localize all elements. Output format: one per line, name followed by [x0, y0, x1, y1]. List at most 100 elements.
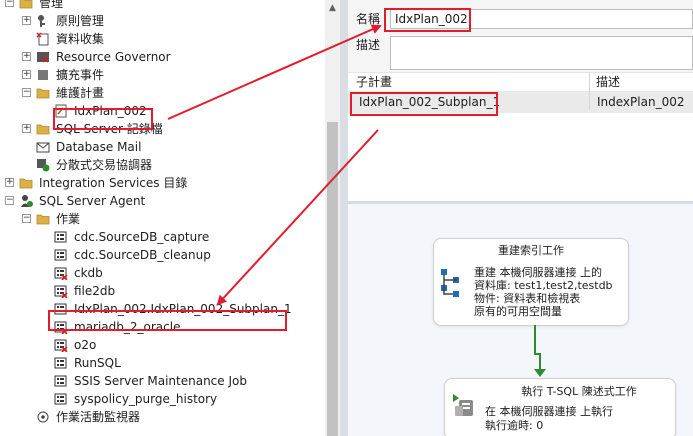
- explorer-scrollbar[interactable]: ▲: [325, 0, 340, 436]
- tree-node[interactable]: 作業活動監視器: [0, 408, 325, 426]
- task-title: 執行 T-SQL 陳述式工作: [521, 385, 637, 398]
- data-collection-icon: [36, 32, 50, 46]
- tree-node[interactable]: − 維護計畫: [0, 84, 325, 102]
- job-monitor-icon: [36, 410, 50, 424]
- rebuild-index-task[interactable]: 重建索引工作 重建 本機伺服器連接 上的 資料庫: test1,test2,te…: [433, 238, 629, 326]
- task-detail-line: 在 本機伺服器連接 上執行: [485, 405, 613, 418]
- grid-column-divider: [589, 72, 590, 110]
- job-icon: [54, 374, 68, 388]
- tree-node[interactable]: − 管理: [0, 0, 325, 12]
- tree-node[interactable]: Database Mail: [0, 138, 325, 156]
- scroll-up-arrow-icon[interactable]: ▲: [325, 0, 340, 16]
- scroll-thumb[interactable]: [327, 122, 338, 436]
- tree-node-label: mariadb_2_oracle: [74, 320, 181, 334]
- policy-icon: [36, 14, 50, 28]
- sql-agent-icon: [19, 194, 33, 208]
- subplan-row[interactable]: IdxPlan_002_Subplan_1 IndexPlan_002: [348, 91, 693, 113]
- tree-node-label: 擴充事件: [56, 68, 105, 82]
- plan-description-field[interactable]: [390, 36, 693, 70]
- col-description-header[interactable]: 描述: [596, 74, 620, 90]
- tree-node[interactable]: IdxPlan_002: [0, 102, 325, 120]
- tree-node-label: Database Mail: [56, 140, 142, 154]
- job-failed-icon: [54, 320, 68, 335]
- task-detail-line: 物件: 資料表和檢視表: [474, 292, 581, 305]
- plan-name-field[interactable]: IdxPlan_002: [390, 9, 693, 29]
- folder-icon: [19, 0, 33, 10]
- tree-node[interactable]: + Resource Governor: [0, 48, 325, 66]
- tree-node-label: SQL Server 記錄檔: [56, 122, 163, 136]
- object-explorer: − 管理 + 原則管理資料收集 + Resource Governor + 擴充事件 − 維護計畫…: [0, 0, 340, 436]
- task-detail-line: 重建 本機伺服器連接 上的: [474, 266, 602, 279]
- tree-node-label: syspolicy_purge_history: [74, 392, 218, 406]
- tree-node[interactable]: − 作業: [0, 210, 325, 228]
- tree-node-label: RunSQL: [74, 356, 121, 370]
- tree-node[interactable]: + SQL Server 記錄檔: [0, 120, 325, 138]
- tree-node[interactable]: syspolicy_purge_history: [0, 390, 325, 408]
- tree-node-label: 原則管理: [56, 14, 105, 28]
- expand-icon[interactable]: +: [22, 70, 31, 79]
- tree-node-label: cdc.SourceDB_capture: [74, 230, 210, 244]
- maintenance-plan-designer: 名稱 IdxPlan_002 描述 子計畫 描述 IdxPlan_002_Sub…: [348, 0, 693, 436]
- collapse-icon[interactable]: −: [22, 214, 31, 223]
- execute-tsql-task[interactable]: 執行 T-SQL 陳述式工作 在 本機伺服器連接 上執行 執行逾時: 0: [444, 378, 676, 436]
- tree-node-label: 維護計畫: [56, 86, 105, 100]
- tree-node-label: Integration Services 目錄: [39, 176, 188, 190]
- tree-node[interactable]: + 原則管理: [0, 12, 325, 30]
- tree-node[interactable]: cdc.SourceDB_capture: [0, 228, 325, 246]
- subplan-grid-header: 子計畫 描述: [348, 72, 693, 92]
- tree-node-label: 分散式交易協調器: [56, 158, 153, 172]
- tree-node[interactable]: cdc.SourceDB_cleanup: [0, 246, 325, 264]
- job-failed-icon: [54, 266, 68, 281]
- tree-node-label: Resource Governor: [56, 50, 171, 64]
- tree-node[interactable]: file2db: [0, 282, 325, 300]
- tree-node-label: file2db: [74, 284, 116, 298]
- rebuild-index-icon: [441, 269, 459, 297]
- job-icon: [54, 356, 68, 370]
- expand-icon[interactable]: +: [22, 16, 31, 25]
- tree-node-label: 管理: [39, 0, 64, 10]
- job-icon: [54, 230, 68, 244]
- folder-icon: [19, 176, 33, 190]
- collapse-icon[interactable]: −: [22, 88, 31, 97]
- tree-node[interactable]: o2o: [0, 336, 325, 354]
- tree-node[interactable]: RunSQL: [0, 354, 325, 372]
- job-icon: [54, 248, 68, 262]
- extended-events-icon: [36, 68, 50, 82]
- tree-node[interactable]: − SQL Server Agent: [0, 192, 325, 210]
- tree-node[interactable]: IdxPlan_002.IdxPlan_002_Subplan_1: [0, 300, 325, 318]
- tree-node[interactable]: ckdb: [0, 264, 325, 282]
- tree-node-label: 作業活動監視器: [56, 410, 141, 424]
- description-label: 描述: [356, 38, 381, 52]
- expand-icon[interactable]: +: [5, 178, 14, 187]
- tree-node-label: SQL Server Agent: [39, 194, 146, 208]
- subplan-name-cell: IdxPlan_002_Subplan_1: [359, 95, 501, 109]
- job-icon: [54, 392, 68, 406]
- design-surface[interactable]: 重建索引工作 重建 本機伺服器連接 上的 資料庫: test1,test2,te…: [348, 201, 693, 436]
- tree-node[interactable]: SSIS Server Maintenance Job: [0, 372, 325, 390]
- task-detail-line: 資料庫: test1,test2,testdb: [474, 279, 613, 292]
- job-failed-icon: [54, 284, 68, 299]
- tree-node[interactable]: 資料收集: [0, 30, 325, 48]
- subplan-grid-empty-area: [348, 113, 693, 201]
- tree-node[interactable]: + 擴充事件: [0, 66, 325, 84]
- collapse-icon[interactable]: −: [5, 196, 14, 205]
- tree-node-label: IdxPlan_002: [74, 104, 147, 118]
- database-mail-icon: [36, 140, 50, 154]
- col-subplan-header[interactable]: 子計畫: [356, 74, 392, 90]
- expand-icon[interactable]: +: [22, 52, 31, 61]
- tsql-task-icon: [453, 394, 473, 416]
- collapse-icon[interactable]: −: [5, 0, 14, 7]
- tree-node[interactable]: mariadb_2_oracle: [0, 318, 325, 336]
- folder-icon: [36, 122, 50, 136]
- tree-node[interactable]: 分散式交易協調器: [0, 156, 325, 174]
- expand-icon[interactable]: +: [22, 124, 31, 133]
- job-failed-icon: [54, 338, 68, 353]
- plan-name-value: IdxPlan_002: [395, 12, 468, 26]
- plan-properties: 名稱 IdxPlan_002 描述: [348, 0, 693, 72]
- resource-governor-icon: [36, 50, 50, 64]
- tree-node-label: ckdb: [74, 266, 103, 280]
- pane-splitter[interactable]: [340, 0, 348, 436]
- tree-node[interactable]: + Integration Services 目錄: [0, 174, 325, 192]
- tree-node-label: cdc.SourceDB_cleanup: [74, 248, 211, 262]
- tree-node-label: o2o: [74, 338, 97, 352]
